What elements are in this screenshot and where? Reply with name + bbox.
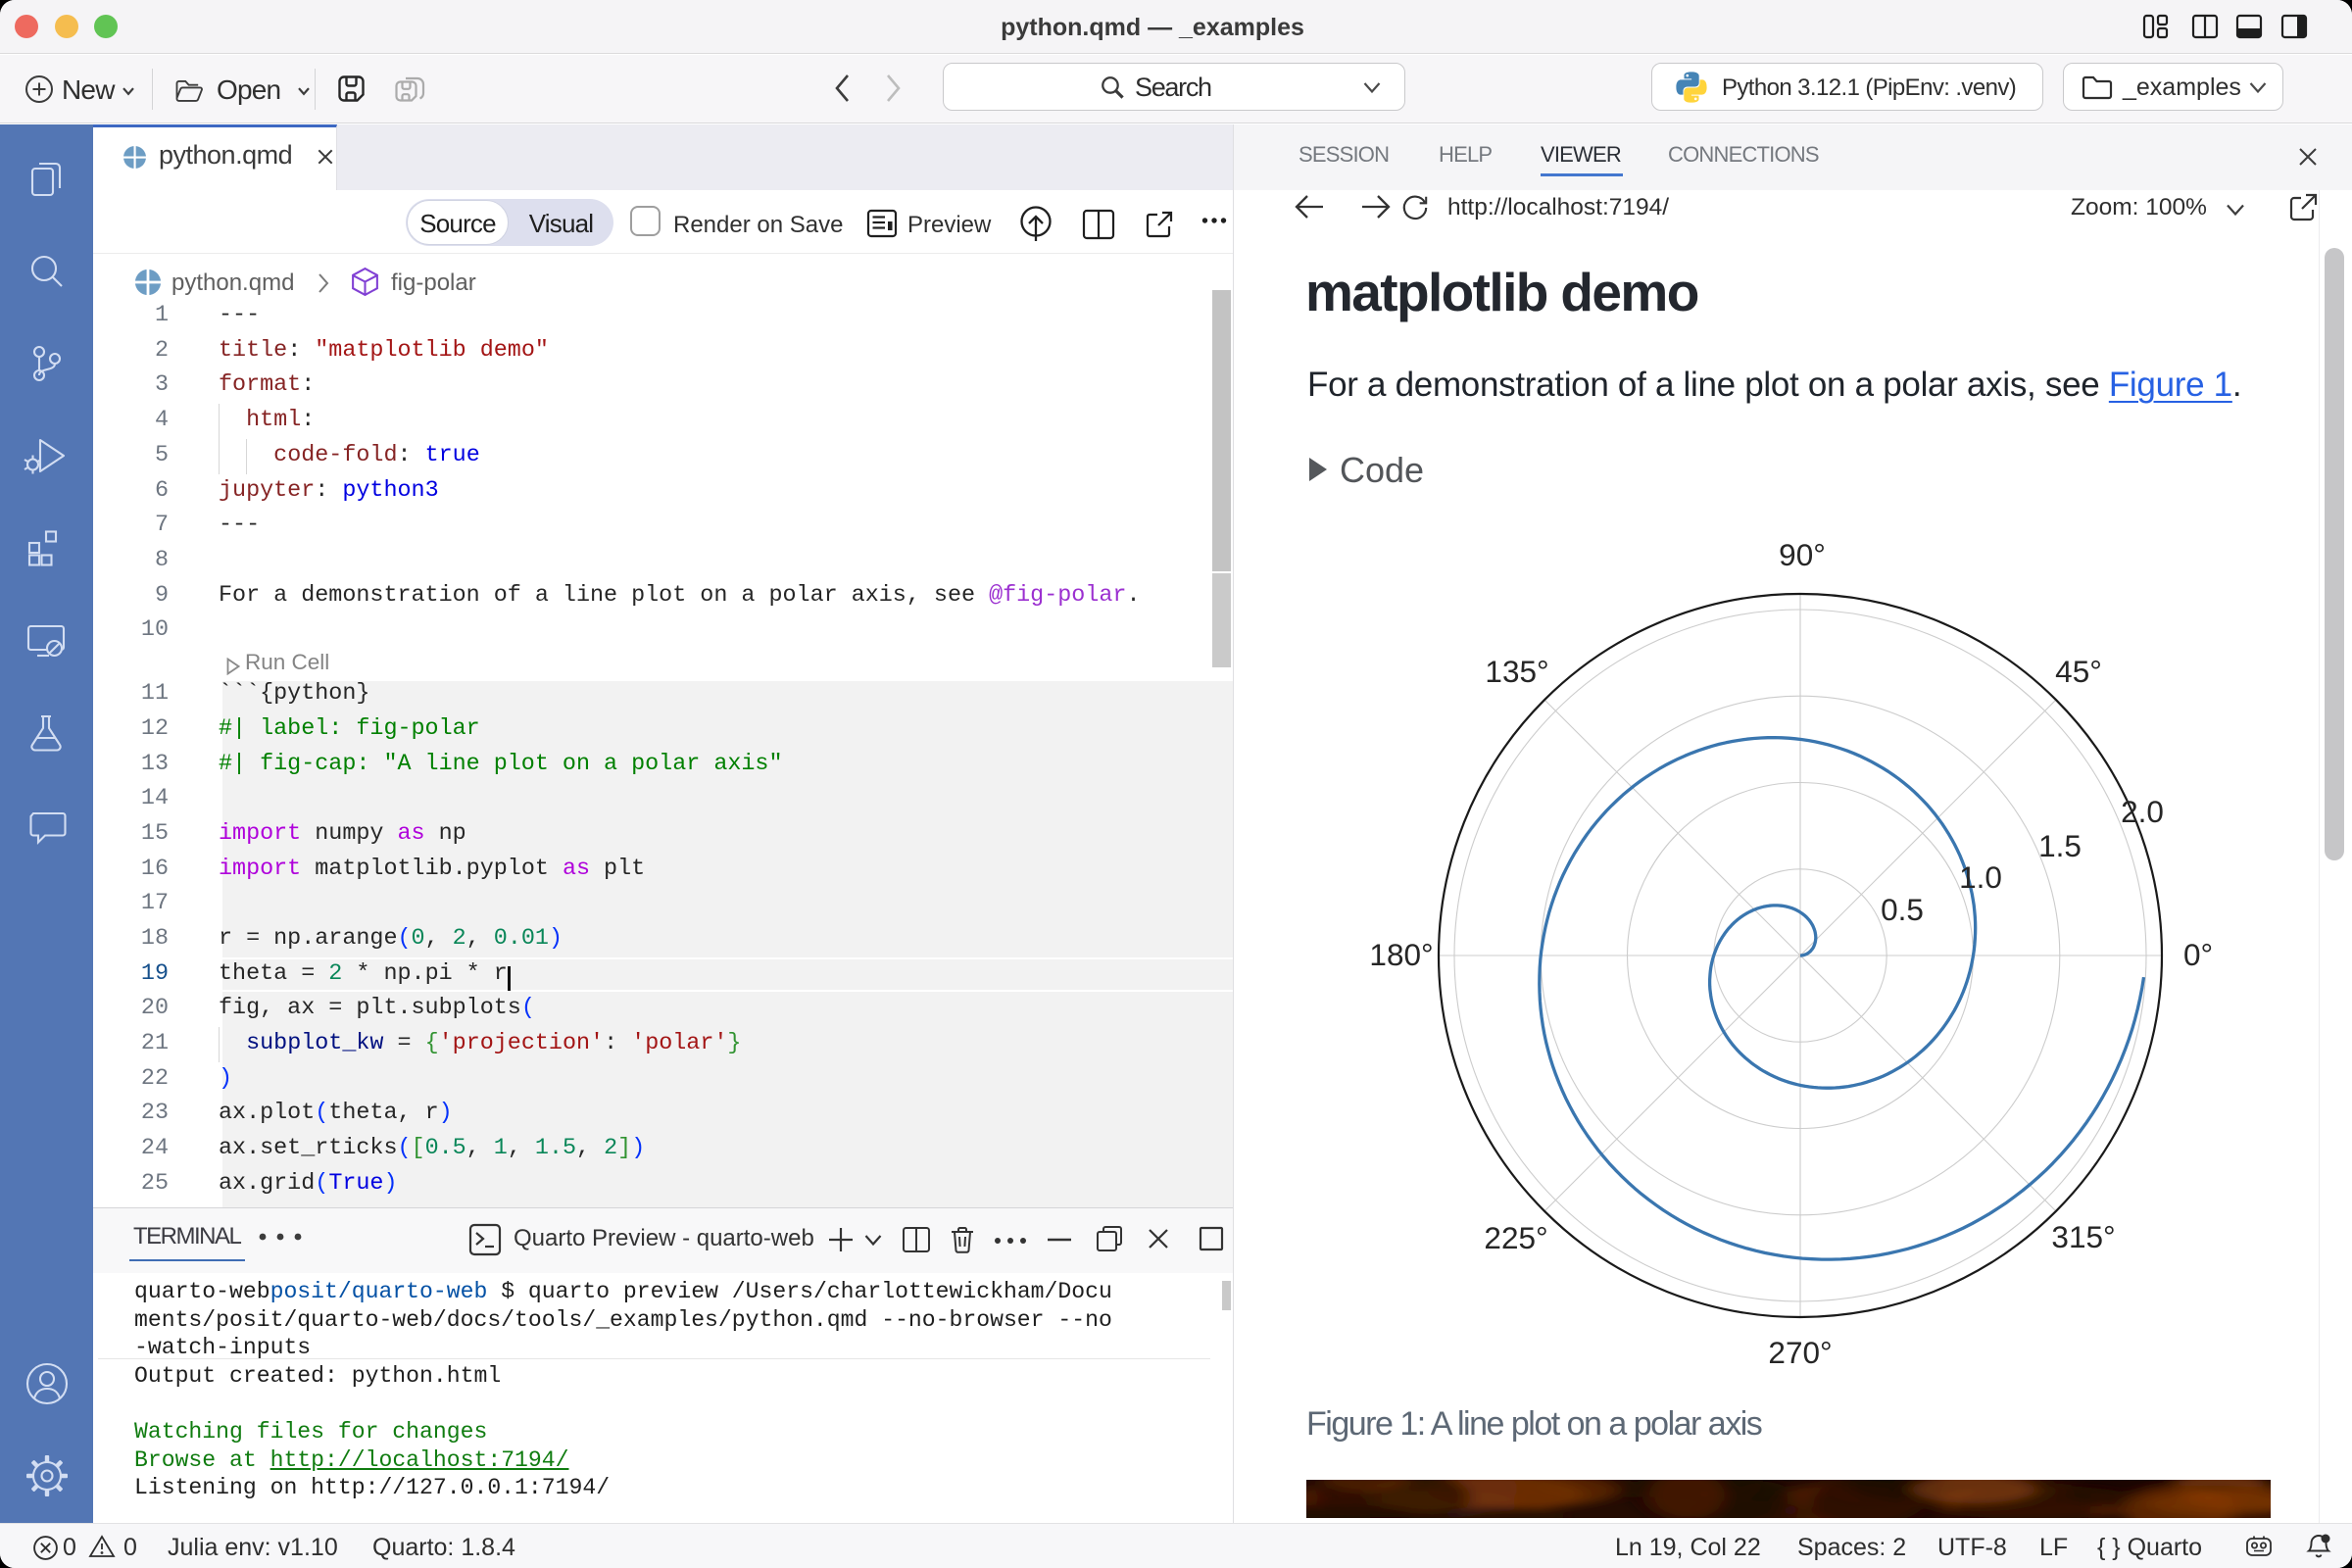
- svg-text:270°: 270°: [1768, 1335, 1832, 1370]
- svg-text:0.5: 0.5: [1881, 892, 1924, 927]
- svg-text:1.0: 1.0: [1959, 859, 2002, 895]
- svg-text:135°: 135°: [1485, 654, 1548, 689]
- svg-text:0°: 0°: [2183, 937, 2213, 972]
- svg-text:225°: 225°: [1484, 1220, 1547, 1255]
- svg-text:315°: 315°: [2051, 1219, 2115, 1254]
- svg-text:1.5: 1.5: [2038, 828, 2082, 863]
- svg-text:180°: 180°: [1369, 937, 1433, 972]
- svg-text:45°: 45°: [2055, 654, 2102, 689]
- svg-text:90°: 90°: [1779, 537, 1826, 572]
- svg-text:2.0: 2.0: [2121, 794, 2164, 829]
